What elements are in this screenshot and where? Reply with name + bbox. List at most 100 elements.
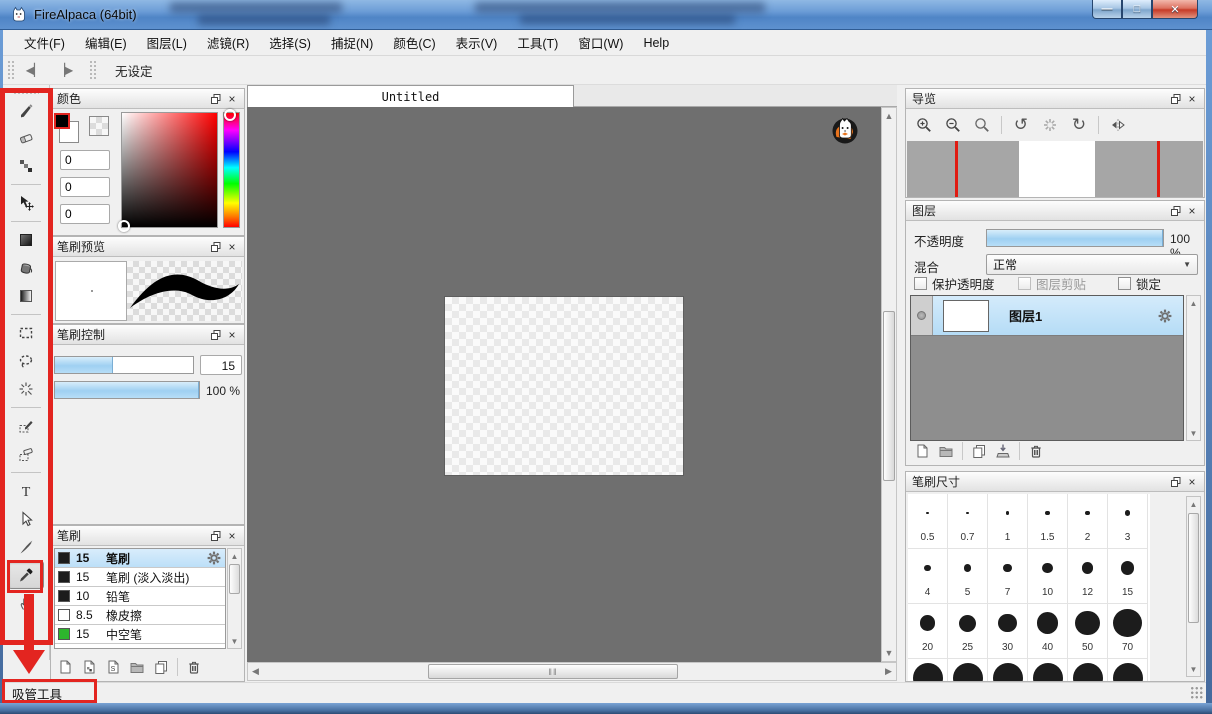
brush-size-cell[interactable]: 200 bbox=[988, 659, 1028, 681]
rotate-cw-button[interactable]: ↻ bbox=[1069, 115, 1089, 135]
brush-opacity-slider[interactable] bbox=[54, 381, 200, 399]
brush-preview-header[interactable]: 笔刷预览 × bbox=[51, 237, 244, 257]
scrollbar-handle[interactable] bbox=[883, 311, 895, 481]
brush-size-header[interactable]: 笔刷尺寸 × bbox=[906, 472, 1204, 492]
scroll-down-icon[interactable]: ▼ bbox=[228, 634, 241, 648]
checkbox-icon[interactable] bbox=[1118, 277, 1131, 290]
checkbox-icon[interactable] bbox=[1018, 277, 1031, 290]
magic-wand-tool[interactable] bbox=[8, 375, 44, 403]
layer-row[interactable]: 图层1 bbox=[911, 296, 1183, 336]
close-panel-icon[interactable]: × bbox=[224, 92, 240, 106]
minimize-button[interactable]: — bbox=[1092, 0, 1122, 19]
move-tool[interactable] bbox=[8, 189, 44, 217]
brush-list-item[interactable]: 15中空笔 bbox=[55, 625, 225, 644]
brush-list-item[interactable]: 15笔刷 (淡入淡出) bbox=[55, 568, 225, 587]
checkbox-clipping[interactable]: 图层剪贴 bbox=[1018, 274, 1086, 293]
float-panel-icon[interactable] bbox=[208, 529, 224, 543]
control-point-tool[interactable] bbox=[8, 505, 44, 533]
pen-tool[interactable] bbox=[8, 96, 44, 124]
canvas-document[interactable] bbox=[445, 297, 683, 475]
brush-size-cell[interactable]: 4 bbox=[908, 549, 948, 604]
layers-header[interactable]: 图层 × bbox=[906, 201, 1204, 221]
close-button[interactable]: ✕ bbox=[1152, 0, 1198, 19]
checkbox-icon[interactable] bbox=[914, 277, 927, 290]
checkbox-lock[interactable]: 锁定 bbox=[1118, 274, 1161, 293]
brush-size-scrollbar[interactable]: ▲ ▼ bbox=[1186, 496, 1201, 677]
brush-size-cell[interactable]: 25 bbox=[948, 604, 988, 659]
menu-help[interactable]: Help bbox=[634, 32, 678, 54]
menu-color[interactable]: 颜色(C) bbox=[384, 29, 444, 56]
merge-down-icon[interactable] bbox=[995, 443, 1011, 459]
canvas-tab-untitled[interactable]: Untitled bbox=[247, 85, 574, 107]
menu-select[interactable]: 选择(S) bbox=[260, 29, 320, 56]
zoom-reset-button[interactable] bbox=[972, 115, 992, 135]
new-script-brush-icon[interactable]: S bbox=[105, 659, 121, 675]
scroll-up-icon[interactable]: ▲ bbox=[1187, 497, 1200, 511]
layer-visibility-cell[interactable] bbox=[911, 296, 933, 335]
menu-edit[interactable]: 编辑(E) bbox=[76, 29, 136, 56]
next-preset-button[interactable]: ▕▶ bbox=[49, 59, 79, 81]
menu-filter[interactable]: 滤镜(R) bbox=[198, 29, 258, 56]
brush-list-scrollbar[interactable]: ▲ ▼ bbox=[227, 548, 242, 649]
rect-select-tool[interactable] bbox=[8, 319, 44, 347]
canvas-vertical-scrollbar[interactable]: ▲ ▼ bbox=[881, 107, 897, 662]
navigator-header[interactable]: 导览 × bbox=[906, 89, 1204, 109]
brush-size-cell[interactable]: 250 bbox=[1028, 659, 1068, 681]
zoom-out-button[interactable] bbox=[943, 115, 963, 135]
scroll-right-icon[interactable]: ▶ bbox=[881, 666, 896, 677]
canvas-horizontal-scrollbar[interactable]: ◀ ‖‖ ▶ bbox=[247, 662, 897, 681]
scroll-left-icon[interactable]: ◀ bbox=[248, 666, 263, 677]
menu-snap[interactable]: 捕捉(N) bbox=[322, 29, 382, 56]
float-panel-icon[interactable] bbox=[1168, 475, 1184, 489]
brush-list-item[interactable]: 8.5橡皮擦 bbox=[55, 606, 225, 625]
close-panel-icon[interactable]: × bbox=[224, 529, 240, 543]
brush-list-item[interactable]: 15笔刷 bbox=[55, 549, 225, 568]
duplicate-layer-icon[interactable] bbox=[971, 443, 987, 459]
close-panel-icon[interactable]: × bbox=[224, 240, 240, 254]
new-folder-icon[interactable] bbox=[938, 443, 954, 459]
duplicate-brush-icon[interactable] bbox=[153, 659, 169, 675]
checkbox-protect-alpha[interactable]: 保护透明度 bbox=[914, 274, 995, 293]
scrollbar-handle[interactable] bbox=[1188, 513, 1199, 623]
menu-window[interactable]: 窗口(W) bbox=[569, 29, 632, 56]
scroll-up-icon[interactable]: ▲ bbox=[228, 549, 241, 563]
select-eraser-tool[interactable] bbox=[8, 440, 44, 468]
brush-size-cell[interactable]: 5 bbox=[948, 549, 988, 604]
scrollbar-handle[interactable] bbox=[229, 564, 240, 594]
brush-size-cell[interactable]: 500 bbox=[1108, 659, 1148, 681]
hue-bar[interactable] bbox=[223, 112, 240, 228]
scrollbar-handle[interactable]: ‖‖ bbox=[428, 664, 678, 679]
menu-view[interactable]: 表示(V) bbox=[447, 29, 507, 56]
brush-size-cell[interactable]: 50 bbox=[1068, 604, 1108, 659]
flip-horizontal-button[interactable] bbox=[1108, 115, 1128, 135]
brush-folder-icon[interactable] bbox=[129, 659, 145, 675]
zoom-in-button[interactable] bbox=[914, 115, 934, 135]
brush-control-header[interactable]: 笔刷控制 × bbox=[51, 325, 244, 345]
sv-picker-indicator[interactable] bbox=[118, 220, 130, 232]
brush-size-cell[interactable]: 3 bbox=[1108, 494, 1148, 549]
brush-size-cell[interactable]: 70 bbox=[1108, 604, 1148, 659]
fill-rect-tool[interactable] bbox=[8, 226, 44, 254]
brush-size-cell[interactable]: 40 bbox=[1028, 604, 1068, 659]
brush-size-cell[interactable]: 100 bbox=[908, 659, 948, 681]
scroll-down-icon[interactable]: ▼ bbox=[882, 648, 896, 658]
gear-icon[interactable] bbox=[206, 550, 222, 566]
text-tool[interactable]: T bbox=[8, 477, 44, 505]
new-bitmap-brush-icon[interactable] bbox=[81, 659, 97, 675]
delete-brush-icon[interactable] bbox=[186, 659, 202, 675]
hand-tool[interactable] bbox=[8, 589, 44, 617]
delete-layer-icon[interactable] bbox=[1028, 443, 1044, 459]
brush-size-cell[interactable]: 30 bbox=[988, 604, 1028, 659]
navigator-preview[interactable] bbox=[907, 141, 1203, 197]
transparent-color-swatch[interactable] bbox=[89, 116, 109, 136]
close-panel-icon[interactable]: × bbox=[224, 328, 240, 342]
float-panel-icon[interactable] bbox=[1168, 204, 1184, 218]
brush-size-cell[interactable]: 1.5 bbox=[1028, 494, 1068, 549]
brush-size-cell[interactable]: 7 bbox=[988, 549, 1028, 604]
color-panel-header[interactable]: 颜色 × bbox=[51, 89, 244, 109]
brush-size-slider[interactable] bbox=[54, 356, 194, 374]
resize-grip[interactable] bbox=[1190, 686, 1203, 699]
menu-file[interactable]: 文件(F) bbox=[15, 29, 74, 56]
brush-size-cell[interactable]: 0.7 bbox=[948, 494, 988, 549]
menu-layer[interactable]: 图层(L) bbox=[138, 29, 196, 56]
